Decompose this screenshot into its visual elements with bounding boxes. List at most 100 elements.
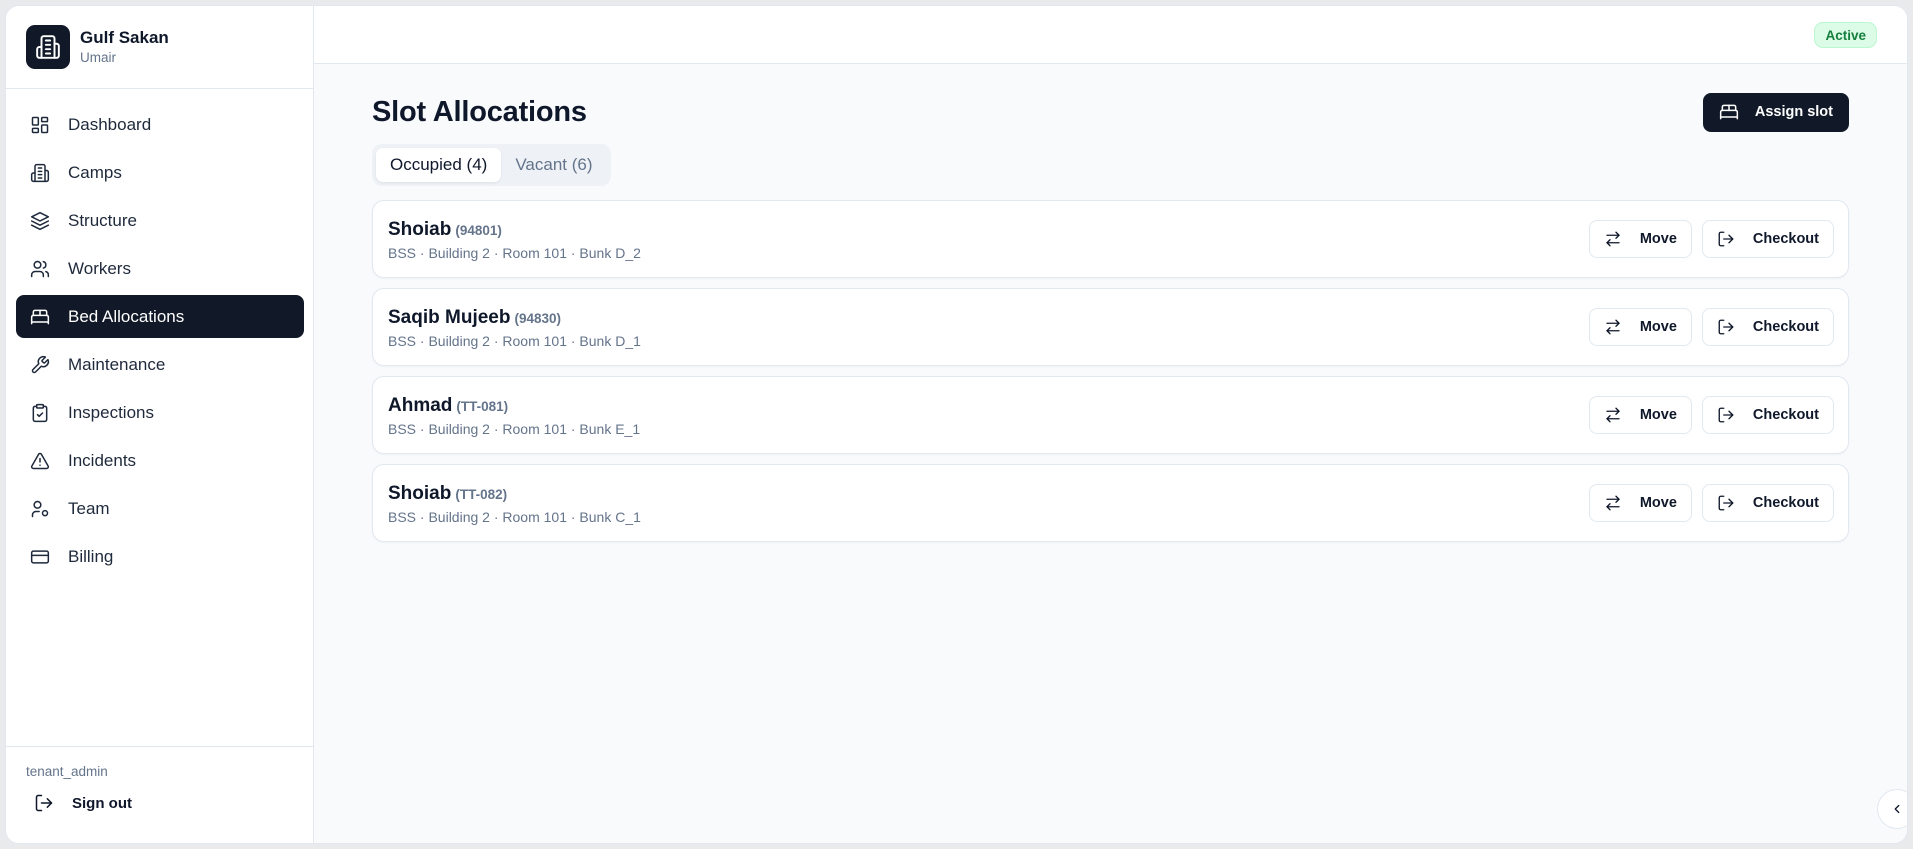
log-out-icon: [1718, 495, 1734, 511]
brand: Gulf Sakan Umair: [6, 6, 313, 89]
status-badge: Active: [1814, 22, 1877, 48]
checkout-button[interactable]: Checkout: [1701, 484, 1834, 522]
sidebar-item-camps[interactable]: Camps: [16, 151, 304, 194]
checkout-button[interactable]: Checkout: [1701, 308, 1834, 346]
sidebar-item-label: Workers: [68, 258, 131, 278]
bed-icon: [1719, 104, 1738, 120]
allocation-tabs: Occupied (4) Vacant (6): [372, 144, 611, 186]
sidebar-item-maintenance[interactable]: Maintenance: [16, 343, 304, 386]
arrows-swap-icon: [1606, 319, 1620, 335]
sidebar-item-label: Camps: [68, 162, 122, 182]
assign-slot-label: Assign slot: [1754, 104, 1833, 120]
sidebar-item-label: Bed Allocations: [68, 306, 185, 326]
worker-location: BSS · Building 2 · Room 101 · Bunk D_2: [388, 244, 641, 261]
list-item: Saqib Mujeeb (94830) BSS · Building 2 · R…: [372, 288, 1849, 366]
row-actions: Move Checkout: [1588, 484, 1834, 522]
row-actions: Move Checkout: [1588, 220, 1834, 258]
move-button[interactable]: Move: [1588, 396, 1692, 434]
checkout-label: Checkout: [1752, 407, 1819, 423]
arrows-swap-icon: [1606, 495, 1620, 511]
list-item: Shoiab (94801) BSS · Building 2 · Room 10…: [372, 200, 1849, 278]
sidebar-item-label: Billing: [68, 546, 114, 566]
wrench-icon: [31, 355, 50, 373]
users-icon: [30, 260, 50, 277]
sidebar-item-label: Inspections: [68, 402, 154, 422]
chevron-left-icon: [1894, 804, 1900, 814]
log-out-icon: [1718, 231, 1734, 247]
move-button[interactable]: Move: [1588, 308, 1692, 346]
sidebar-item-bed-allocations[interactable]: Bed Allocations: [16, 295, 304, 338]
sidebar-item-label: Maintenance: [68, 354, 166, 374]
allocation-list: Shoiab (94801) BSS · Building 2 · Room 10…: [372, 200, 1849, 542]
sidebar-item-label: Incidents: [68, 450, 137, 470]
sidebar-item-label: Dashboard: [68, 114, 152, 134]
sidebar: Gulf Sakan Umair Dashboard Camps Structu…: [6, 6, 314, 843]
sign-out-button[interactable]: Sign out: [26, 793, 313, 813]
sidebar-footer: tenant_admin Sign out: [6, 746, 313, 843]
assign-slot-button[interactable]: Assign slot: [1702, 92, 1849, 132]
worker-id: (94830): [514, 310, 562, 326]
sidebar-item-incidents[interactable]: Incidents: [16, 439, 304, 482]
worker-name: Ahmad: [388, 394, 453, 416]
checkout-label: Checkout: [1752, 231, 1819, 247]
worker-name: Shoiab: [388, 218, 452, 240]
row-actions: Move Checkout: [1588, 396, 1834, 434]
brand-user: Umair: [80, 50, 116, 65]
worker-id: (TT-082): [455, 486, 508, 502]
move-button[interactable]: Move: [1588, 484, 1692, 522]
move-button[interactable]: Move: [1588, 220, 1692, 258]
page-title: Slot Allocations: [372, 95, 587, 128]
log-out-icon: [35, 794, 53, 812]
user-cog-icon: [31, 500, 49, 517]
sidebar-item-label: Structure: [68, 210, 137, 230]
worker-name: Shoiab: [388, 482, 452, 504]
move-label: Move: [1639, 407, 1677, 423]
row-actions: Move Checkout: [1588, 308, 1834, 346]
brand-name: Gulf Sakan: [80, 28, 169, 47]
main-content: Active Slot Allocations Assign slot Occu…: [314, 6, 1907, 843]
log-out-icon: [1718, 319, 1734, 335]
worker-location: BSS · Building 2 · Room 101 · Bunk E_1: [388, 420, 641, 437]
sidebar-item-team[interactable]: Team: [16, 487, 304, 530]
sidebar-item-label: Team: [68, 498, 110, 518]
page-header: Slot Allocations Assign slot: [372, 92, 1849, 132]
worker-id: (94801): [455, 222, 502, 238]
list-item: Ahmad (TT-081) BSS · Building 2 · Room 10…: [372, 376, 1849, 454]
worker-location: BSS · Building 2 · Room 101 · Bunk D_1: [388, 332, 641, 349]
user-role: tenant_admin: [26, 764, 108, 779]
layers-icon: [30, 211, 50, 230]
checkout-label: Checkout: [1752, 319, 1819, 335]
collapse-panel-button[interactable]: [1877, 789, 1907, 829]
sidebar-item-dashboard[interactable]: Dashboard: [16, 103, 304, 146]
checkout-button[interactable]: Checkout: [1701, 396, 1834, 434]
building-icon: [26, 25, 70, 69]
move-label: Move: [1639, 231, 1677, 247]
clipboard-check-icon: [32, 403, 48, 422]
sidebar-item-workers[interactable]: Workers: [16, 247, 304, 290]
page-content: Slot Allocations Assign slot Occupied (4…: [314, 64, 1907, 542]
warning-triangle-icon: [30, 452, 50, 469]
topbar: Active: [314, 6, 1907, 64]
bed-icon: [30, 309, 50, 324]
sidebar-item-billing[interactable]: Billing: [16, 535, 304, 578]
worker-id: (TT-081): [456, 398, 509, 414]
sidebar-nav: Dashboard Camps Structure Workers Bed Al…: [6, 89, 313, 746]
sign-out-label: Sign out: [72, 794, 132, 812]
app-window: Gulf Sakan Umair Dashboard Camps Structu…: [5, 5, 1908, 844]
arrows-swap-icon: [1606, 231, 1620, 247]
tab-occupied[interactable]: Occupied (4): [376, 148, 502, 182]
dashboard-icon: [31, 116, 49, 133]
list-item: Shoiab (TT-082) BSS · Building 2 · Room 1…: [372, 464, 1849, 542]
credit-card-icon: [30, 549, 50, 564]
worker-name: Saqib Mujeeb: [388, 306, 511, 328]
move-label: Move: [1639, 319, 1677, 335]
move-label: Move: [1639, 495, 1677, 511]
checkout-button[interactable]: Checkout: [1701, 220, 1834, 258]
sidebar-item-structure[interactable]: Structure: [16, 199, 304, 242]
sidebar-item-inspections[interactable]: Inspections: [16, 391, 304, 434]
checkout-label: Checkout: [1752, 495, 1819, 511]
arrows-swap-icon: [1606, 407, 1620, 423]
worker-location: BSS · Building 2 · Room 101 · Bunk C_1: [388, 508, 641, 525]
log-out-icon: [1718, 407, 1734, 423]
tab-vacant[interactable]: Vacant (6): [501, 148, 606, 182]
